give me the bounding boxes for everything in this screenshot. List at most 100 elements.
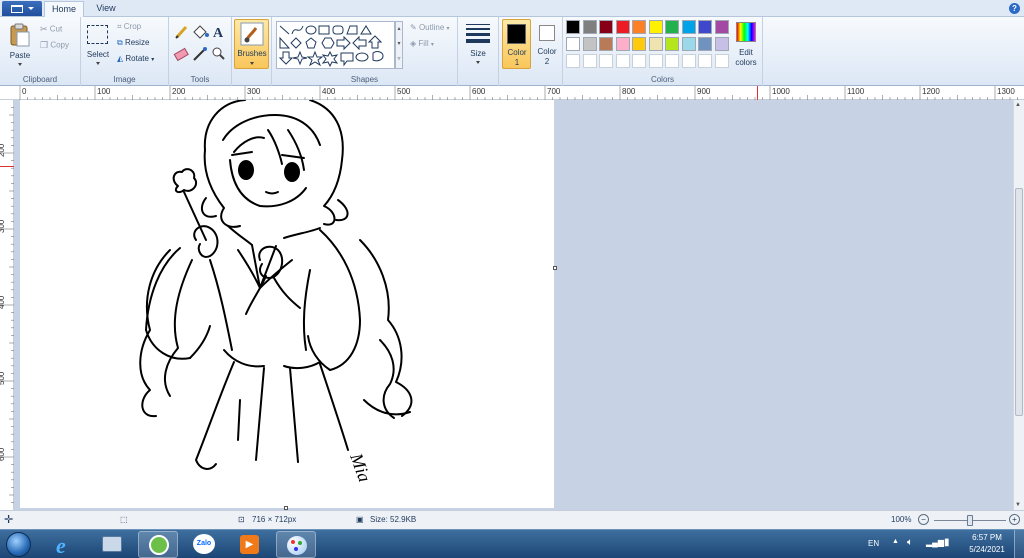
- vertical-scrollbar-thumb[interactable]: [1015, 188, 1023, 416]
- resize-button[interactable]: ⧉ Resize: [117, 38, 149, 48]
- colors-group: Edit colors Colors: [563, 17, 763, 86]
- resize-handle-right[interactable]: [553, 266, 557, 270]
- battery-icon[interactable]: ▮: [944, 537, 950, 548]
- palette-color-swatch[interactable]: [714, 37, 729, 51]
- zoom-slider-thumb[interactable]: [967, 515, 973, 526]
- horizontal-ruler: 0 100 200 300 400 500 600 700 800 900 1000 1100 1200…: [0, 86, 1024, 100]
- copy-button[interactable]: ❐ Copy: [40, 40, 69, 51]
- palette-color-swatch[interactable]: [599, 20, 613, 34]
- palette-color-swatch[interactable]: [582, 20, 597, 34]
- size-button[interactable]: Size: [462, 21, 494, 69]
- image-group: Select ⌗ Crop ⧉ Resize ◭ Rotate ▾ Image: [81, 17, 169, 86]
- speaker-icon[interactable]: 🔈︎: [907, 537, 913, 548]
- palette-color-swatch[interactable]: [582, 37, 597, 51]
- clock-time[interactable]: 6:57 PM: [968, 533, 1006, 542]
- palette-color-swatch[interactable]: [615, 37, 630, 51]
- palette-color-swatch[interactable]: [599, 37, 613, 51]
- outline-button[interactable]: ✎ Outline ▾: [410, 23, 450, 32]
- select-label: Select: [86, 50, 110, 59]
- chevron-down-icon: [18, 63, 22, 66]
- line-shape-icon: [279, 25, 290, 35]
- paste-label: Paste: [9, 51, 31, 60]
- scroll-down-icon[interactable]: ▼: [1015, 502, 1021, 508]
- magnifier-icon[interactable]: [212, 47, 225, 60]
- eraser-icon[interactable]: [173, 47, 189, 62]
- color-picker-icon[interactable]: [193, 47, 207, 61]
- paste-button[interactable]: Paste: [4, 21, 36, 69]
- shapes-scrollbar[interactable]: ▴ ▾ ▿: [395, 21, 403, 69]
- shapes-gallery[interactable]: [276, 21, 395, 69]
- right-arrow-shape-icon: [336, 35, 351, 51]
- palette-custom-color-slot[interactable]: [599, 54, 613, 68]
- zoom-slider[interactable]: [934, 515, 1006, 526]
- palette-color-swatch[interactable]: [698, 37, 712, 51]
- palette-custom-color-slot[interactable]: [566, 54, 580, 68]
- brushes-button[interactable]: Brushes: [234, 19, 269, 69]
- green-app-icon: [149, 535, 169, 555]
- show-desktop-button[interactable]: [1014, 530, 1024, 558]
- color1-button[interactable]: Color 1: [502, 19, 531, 69]
- taskbar-media-player[interactable]: ▶: [230, 531, 270, 558]
- palette-color-swatch[interactable]: [648, 37, 663, 51]
- crop-icon: ⌗: [117, 22, 122, 31]
- crop-button[interactable]: ⌗ Crop: [117, 22, 141, 32]
- color1-swatch: [507, 24, 526, 44]
- image-dimensions-icon: ⊡: [238, 515, 245, 524]
- zoom-out-icon[interactable]: −: [918, 514, 929, 525]
- palette-custom-color-slot[interactable]: [648, 54, 663, 68]
- palette-custom-color-slot[interactable]: [681, 54, 696, 68]
- clock-date[interactable]: 5/24/2021: [966, 545, 1008, 554]
- language-indicator[interactable]: EN: [868, 539, 879, 548]
- media-player-icon: ▶: [240, 535, 259, 554]
- palette-custom-color-slot[interactable]: [582, 54, 597, 68]
- anime-girl-line-drawing: Mia: [139, 99, 413, 485]
- crop-label: Crop: [123, 22, 142, 32]
- taskbar-app-green[interactable]: [138, 531, 178, 558]
- taskbar-internet-explorer[interactable]: e: [46, 531, 86, 558]
- palette-color-swatch[interactable]: [566, 37, 580, 51]
- tab-view[interactable]: View: [86, 1, 126, 17]
- scroll-up-icon[interactable]: ▲: [1015, 102, 1021, 108]
- network-signal-icon[interactable]: ▂▄▆: [926, 538, 944, 547]
- palette-custom-color-slot[interactable]: [698, 54, 712, 68]
- edit-colors-button[interactable]: Edit colors: [731, 20, 761, 70]
- resize-label: Resize: [124, 38, 150, 48]
- start-button[interactable]: [2, 531, 36, 558]
- cut-button[interactable]: ✂ Cut: [40, 24, 62, 35]
- palette-color-swatch[interactable]: [665, 20, 679, 34]
- zoom-in-icon[interactable]: +: [1009, 514, 1020, 525]
- pencil-icon[interactable]: [175, 25, 188, 39]
- palette-color-swatch[interactable]: [566, 20, 580, 34]
- color2-button[interactable]: Color 2: [533, 19, 562, 69]
- show-hidden-icons-icon[interactable]: ▲: [892, 538, 899, 545]
- help-icon[interactable]: ?: [1009, 3, 1020, 14]
- palette-color-swatch[interactable]: [681, 20, 696, 34]
- fill-bucket-icon[interactable]: [193, 25, 209, 39]
- palette-color-swatch[interactable]: [648, 20, 663, 34]
- palette-color-swatch[interactable]: [681, 37, 696, 51]
- vertical-scrollbar[interactable]: ▲ ▼: [1013, 100, 1024, 510]
- palette-custom-color-slot[interactable]: [632, 54, 646, 68]
- palette-custom-color-slot[interactable]: [615, 54, 630, 68]
- palette-custom-color-slot[interactable]: [714, 54, 729, 68]
- palette-color-swatch[interactable]: [665, 37, 679, 51]
- select-button[interactable]: Select: [85, 23, 111, 69]
- file-menu-button[interactable]: [2, 1, 42, 16]
- palette-color-swatch[interactable]: [632, 20, 646, 34]
- drawing-canvas[interactable]: Mia: [20, 99, 554, 508]
- fill-button[interactable]: ◈ Fill ▾: [410, 39, 434, 48]
- text-tool-icon[interactable]: A: [213, 26, 224, 41]
- taskbar-file-explorer[interactable]: [92, 531, 132, 558]
- palette-color-swatch[interactable]: [615, 20, 630, 34]
- taskbar-zalo[interactable]: Zalo: [184, 531, 224, 558]
- diamond-shape-icon: [290, 37, 302, 49]
- palette-custom-color-slot[interactable]: [665, 54, 679, 68]
- tab-home[interactable]: Home: [44, 1, 84, 17]
- ruler-label: 700: [547, 87, 561, 96]
- taskbar-paint[interactable]: [276, 531, 316, 558]
- palette-color-swatch[interactable]: [698, 20, 712, 34]
- palette-color-swatch[interactable]: [632, 37, 646, 51]
- palette-color-swatch[interactable]: [714, 20, 729, 34]
- paste-icon: [10, 23, 30, 47]
- rotate-button[interactable]: ◭ Rotate ▾: [117, 54, 154, 63]
